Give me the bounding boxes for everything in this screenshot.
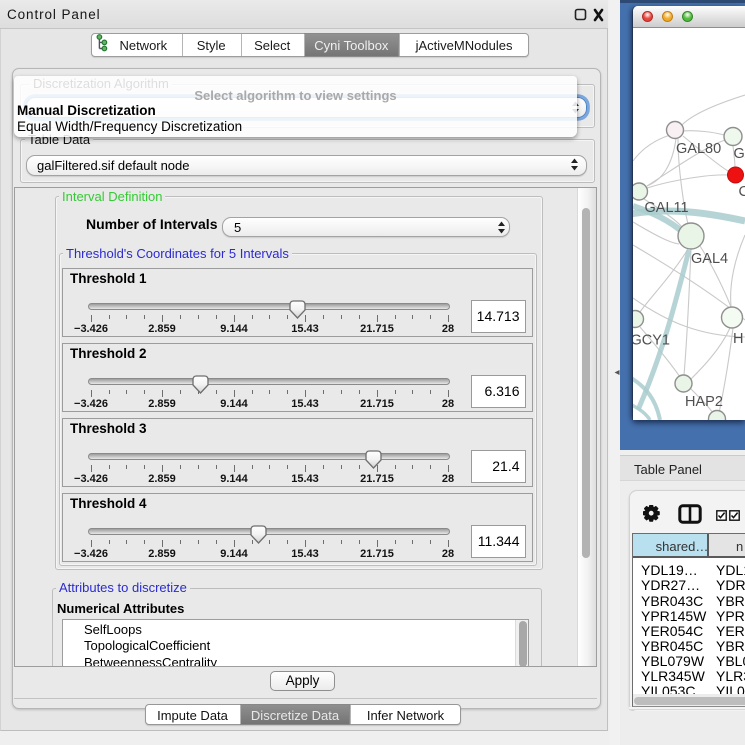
svg-text:GCY1: GCY1 (633, 333, 670, 349)
svg-text:GAL80: GAL80 (676, 141, 721, 157)
svg-text:GAL4: GAL4 (691, 251, 728, 267)
svg-text:GA: GA (734, 146, 745, 162)
svg-text:C: C (739, 184, 745, 200)
svg-text:H: H (733, 331, 743, 347)
svg-text:HAP2: HAP2 (685, 394, 723, 410)
svg-text:GAL11: GAL11 (645, 200, 689, 216)
